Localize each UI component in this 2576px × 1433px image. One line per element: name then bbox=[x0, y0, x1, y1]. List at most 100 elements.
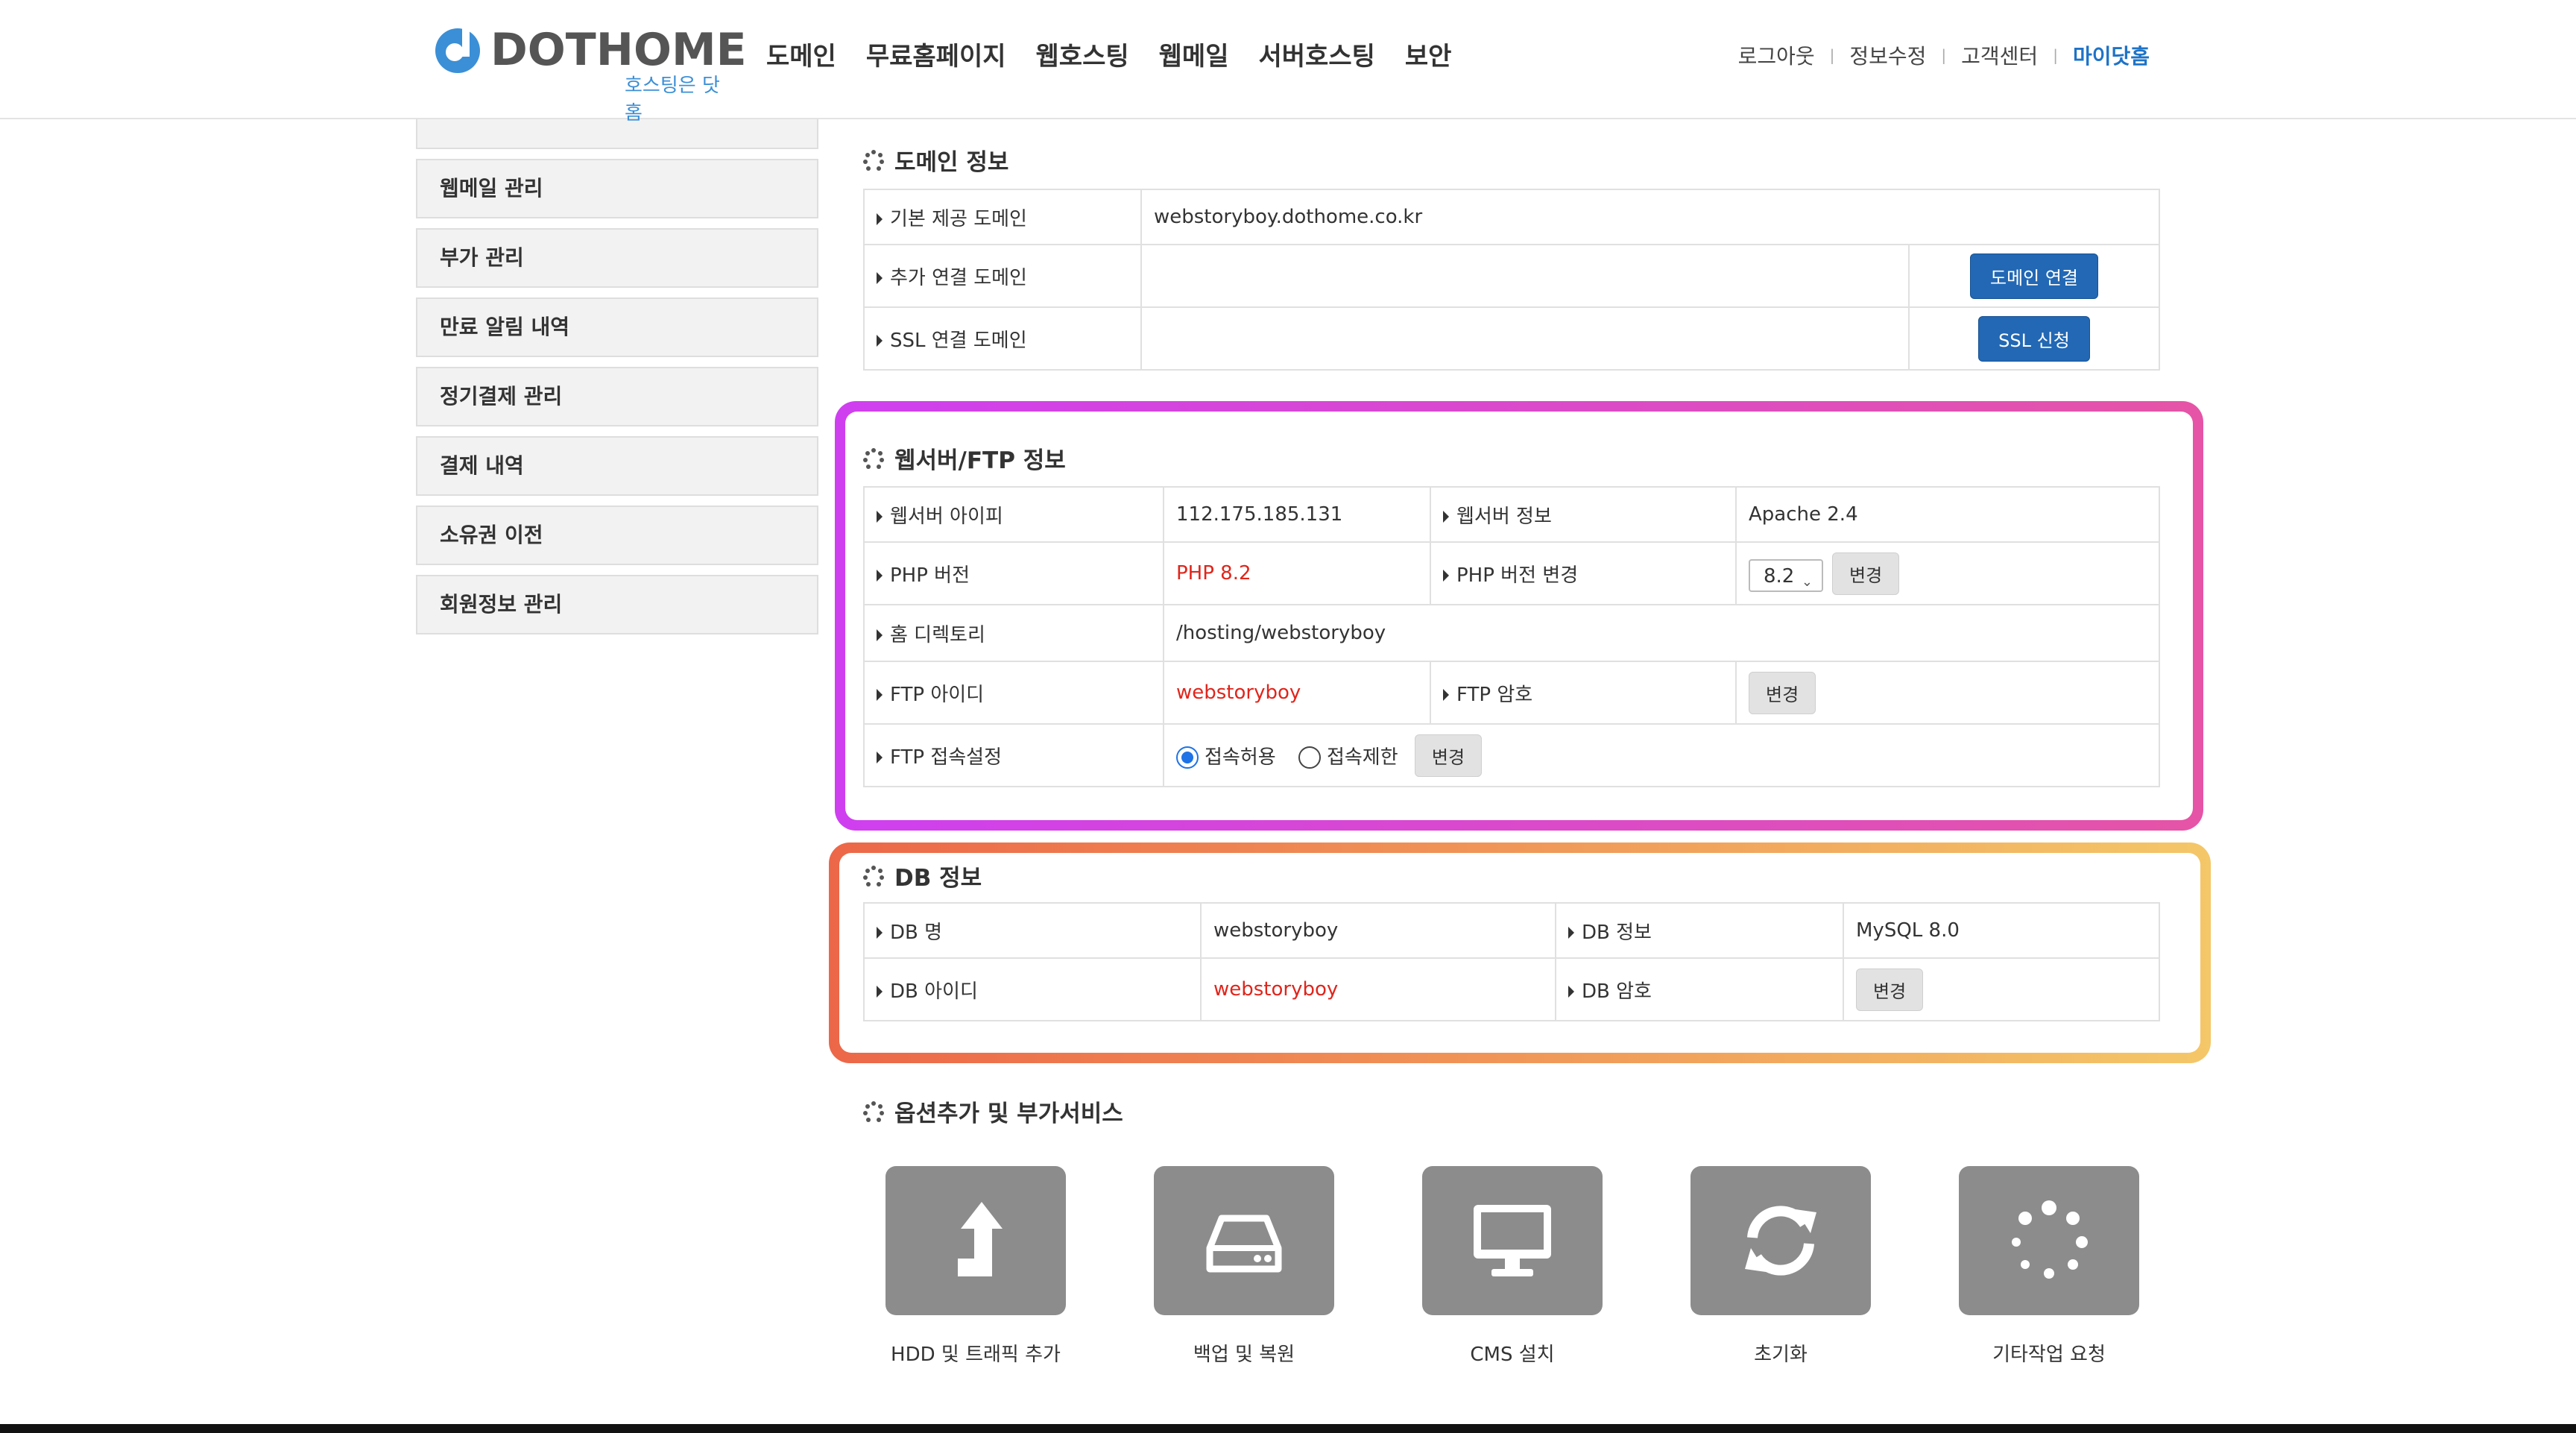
db-password-change-button[interactable]: 변경 bbox=[1856, 968, 1924, 1011]
options-section-title: 옵션추가 및 부가서비스 bbox=[863, 1095, 1123, 1128]
ftp-password-label: FTP 암호 bbox=[1430, 661, 1737, 725]
db-info-value: MySQL 8.0 bbox=[1843, 902, 2160, 959]
ftp-deny-label: 접속제한 bbox=[1326, 746, 1398, 769]
table-row: PHP 버전 PHP 8.2 PHP 버전 변경 8.2 ⌄ 변경 bbox=[863, 541, 2160, 605]
ssl-apply-button[interactable]: SSL 신청 bbox=[1978, 315, 2090, 362]
ftp-allow-label: 접속허용 bbox=[1205, 746, 1276, 769]
sidebar-item-ownership-transfer[interactable]: 소유권 이전 bbox=[416, 506, 818, 565]
nav-free-homepage[interactable]: 무료홈페이지 bbox=[866, 36, 1006, 72]
extra-domain-value bbox=[1140, 244, 1910, 308]
db-name-label: DB 명 bbox=[863, 902, 1202, 959]
ftp-password-cell: 변경 bbox=[1735, 661, 2160, 725]
reset-tile[interactable] bbox=[1690, 1166, 1871, 1315]
dothome-logo[interactable]: DOTHOME 호스팅은 닷홈 bbox=[435, 24, 747, 125]
domain-connect-button[interactable]: 도메인 연결 bbox=[1969, 253, 2099, 299]
top-header: DOTHOME 호스팅은 닷홈 도메인 무료홈페이지 웹호스팅 웹메일 서버호스… bbox=[0, 0, 2576, 125]
nav-domain[interactable]: 도메인 bbox=[766, 36, 836, 72]
db-section-title: DB 정보 bbox=[863, 859, 982, 892]
nav-web-hosting[interactable]: 웹호스팅 bbox=[1036, 36, 1129, 72]
nav-server-hosting[interactable]: 서버호스팅 bbox=[1259, 36, 1375, 72]
home-dir-value: /hosting/webstoryboy bbox=[1163, 604, 2160, 662]
hard-drive-icon bbox=[1206, 1215, 1282, 1273]
db-password-label: DB 암호 bbox=[1555, 957, 1844, 1021]
hdd-traffic-tile[interactable] bbox=[886, 1166, 1066, 1315]
edit-info-link[interactable]: 정보수정 bbox=[1849, 40, 1926, 70]
db-name-value: webstoryboy bbox=[1200, 902, 1556, 959]
table-row: 웹서버 아이피 112.175.185.131 웹서버 정보 Apache 2.… bbox=[863, 486, 2160, 543]
backup-restore-label[interactable]: 백업 및 복원 bbox=[1132, 1339, 1356, 1367]
ftp-deny-radio[interactable] bbox=[1298, 746, 1321, 769]
webserver-table: 웹서버 아이피 112.175.185.131 웹서버 정보 Apache 2.… bbox=[863, 486, 2160, 787]
nav-webmail[interactable]: 웹메일 bbox=[1159, 36, 1229, 72]
db-id-label: DB 아이디 bbox=[863, 957, 1202, 1021]
webserver-info-value: Apache 2.4 bbox=[1735, 486, 2160, 543]
logo-subtitle: 호스팅은 닷홈 bbox=[625, 75, 720, 125]
webserver-info-label: 웹서버 정보 bbox=[1430, 486, 1737, 543]
ftp-access-cell: 접속허용 접속제한 변경 bbox=[1163, 723, 2160, 787]
other-request-tile[interactable] bbox=[1959, 1166, 2139, 1315]
ftp-access-change-button[interactable]: 변경 bbox=[1414, 734, 1483, 777]
domain-title-text: 도메인 정보 bbox=[894, 149, 1009, 176]
db-password-cell: 변경 bbox=[1843, 957, 2160, 1021]
webserver-title-text: 웹서버/FTP 정보 bbox=[894, 447, 1066, 474]
webserver-section-title: 웹서버/FTP 정보 bbox=[863, 441, 1066, 475]
webserver-ip-value: 112.175.185.131 bbox=[1163, 486, 1431, 543]
cms-install-tile[interactable] bbox=[1422, 1166, 1603, 1315]
cms-install-label[interactable]: CMS 설치 bbox=[1401, 1339, 1624, 1367]
options-title-text: 옵션추가 및 부가서비스 bbox=[894, 1100, 1123, 1127]
db-info-label: DB 정보 bbox=[1555, 902, 1844, 959]
extra-domain-label: 추가 연결 도메인 bbox=[863, 244, 1142, 308]
sidebar-item-member-info[interactable]: 회원정보 관리 bbox=[416, 575, 818, 634]
domain-connect-cell: 도메인 연결 bbox=[1908, 244, 2160, 308]
ftp-access-label: FTP 접속설정 bbox=[863, 723, 1164, 787]
refresh-icon bbox=[1745, 1206, 1816, 1276]
sidebar-item-payment-history[interactable]: 결제 내역 bbox=[416, 436, 818, 496]
sidebar-item-recurring-payment[interactable]: 정기결제 관리 bbox=[416, 367, 818, 426]
php-select-value: 8.2 bbox=[1764, 565, 1795, 588]
customer-center-link[interactable]: 고객센터 bbox=[1961, 40, 2038, 70]
table-row: DB 명 webstoryboy DB 정보 MySQL 8.0 bbox=[863, 902, 2160, 959]
util-separator: | bbox=[1941, 46, 1947, 64]
monitor-icon bbox=[1474, 1205, 1551, 1276]
table-row: DB 아이디 webstoryboy DB 암호 변경 bbox=[863, 957, 2160, 1021]
php-version-label: PHP 버전 bbox=[863, 541, 1164, 605]
table-row: FTP 아이디 webstoryboy FTP 암호 변경 bbox=[863, 661, 2160, 725]
logout-link[interactable]: 로그아웃 bbox=[1738, 40, 1815, 70]
table-row: FTP 접속설정 접속허용 접속제한 변경 bbox=[863, 723, 2160, 787]
table-row: 홈 디렉토리 /hosting/webstoryboy bbox=[863, 604, 2160, 662]
sidebar-item-webmail[interactable]: 웹메일 관리 bbox=[416, 159, 818, 218]
chevron-down-icon: ⌄ bbox=[1801, 574, 1813, 590]
util-separator: | bbox=[2053, 46, 2058, 64]
db-table: DB 명 webstoryboy DB 정보 MySQL 8.0 DB 아이디 … bbox=[863, 902, 2160, 1021]
logo-mark-icon bbox=[435, 25, 480, 73]
domain-section-title: 도메인 정보 bbox=[863, 143, 1008, 177]
reset-label[interactable]: 초기화 bbox=[1669, 1339, 1892, 1367]
db-title-text: DB 정보 bbox=[894, 865, 982, 892]
ftp-id-label: FTP 아이디 bbox=[863, 661, 1164, 725]
nav-security[interactable]: 보안 bbox=[1405, 36, 1452, 72]
section-spinner-icon bbox=[863, 149, 884, 171]
ssl-apply-cell: SSL 신청 bbox=[1908, 306, 2160, 371]
backup-restore-tile[interactable] bbox=[1154, 1166, 1334, 1315]
php-change-label: PHP 버전 변경 bbox=[1430, 541, 1737, 605]
php-version-select[interactable]: 8.2 ⌄ bbox=[1749, 559, 1823, 592]
logo-text: DOTHOME bbox=[490, 24, 747, 76]
webserver-ip-label: 웹서버 아이피 bbox=[863, 486, 1164, 543]
section-spinner-icon bbox=[863, 865, 884, 886]
home-dir-label: 홈 디렉토리 bbox=[863, 604, 1164, 662]
section-spinner-icon bbox=[863, 1100, 884, 1122]
table-row: SSL 연결 도메인 SSL 신청 bbox=[863, 306, 2160, 371]
other-request-label[interactable]: 기타작업 요청 bbox=[1937, 1339, 2161, 1367]
ftp-password-change-button[interactable]: 변경 bbox=[1749, 671, 1816, 714]
my-dothome-link[interactable]: 마이닷홈 bbox=[2073, 40, 2150, 70]
hdd-traffic-label[interactable]: HDD 및 트래픽 추가 bbox=[864, 1339, 1087, 1367]
section-spinner-icon bbox=[863, 447, 884, 469]
sidebar-item-expiry-alerts[interactable]: 만료 알림 내역 bbox=[416, 297, 818, 357]
ftp-allow-radio[interactable] bbox=[1176, 746, 1199, 769]
ssl-domain-value bbox=[1140, 306, 1910, 371]
sidebar: 트래픽 관리 웹메일 관리 부가 관리 만료 알림 내역 정기결제 관리 결제 … bbox=[416, 89, 818, 644]
upload-arrow-icon bbox=[958, 1202, 1003, 1276]
php-change-button[interactable]: 변경 bbox=[1832, 552, 1900, 595]
basic-domain-value: webstoryboy.dothome.co.kr bbox=[1140, 189, 2160, 245]
sidebar-item-addon[interactable]: 부가 관리 bbox=[416, 228, 818, 288]
